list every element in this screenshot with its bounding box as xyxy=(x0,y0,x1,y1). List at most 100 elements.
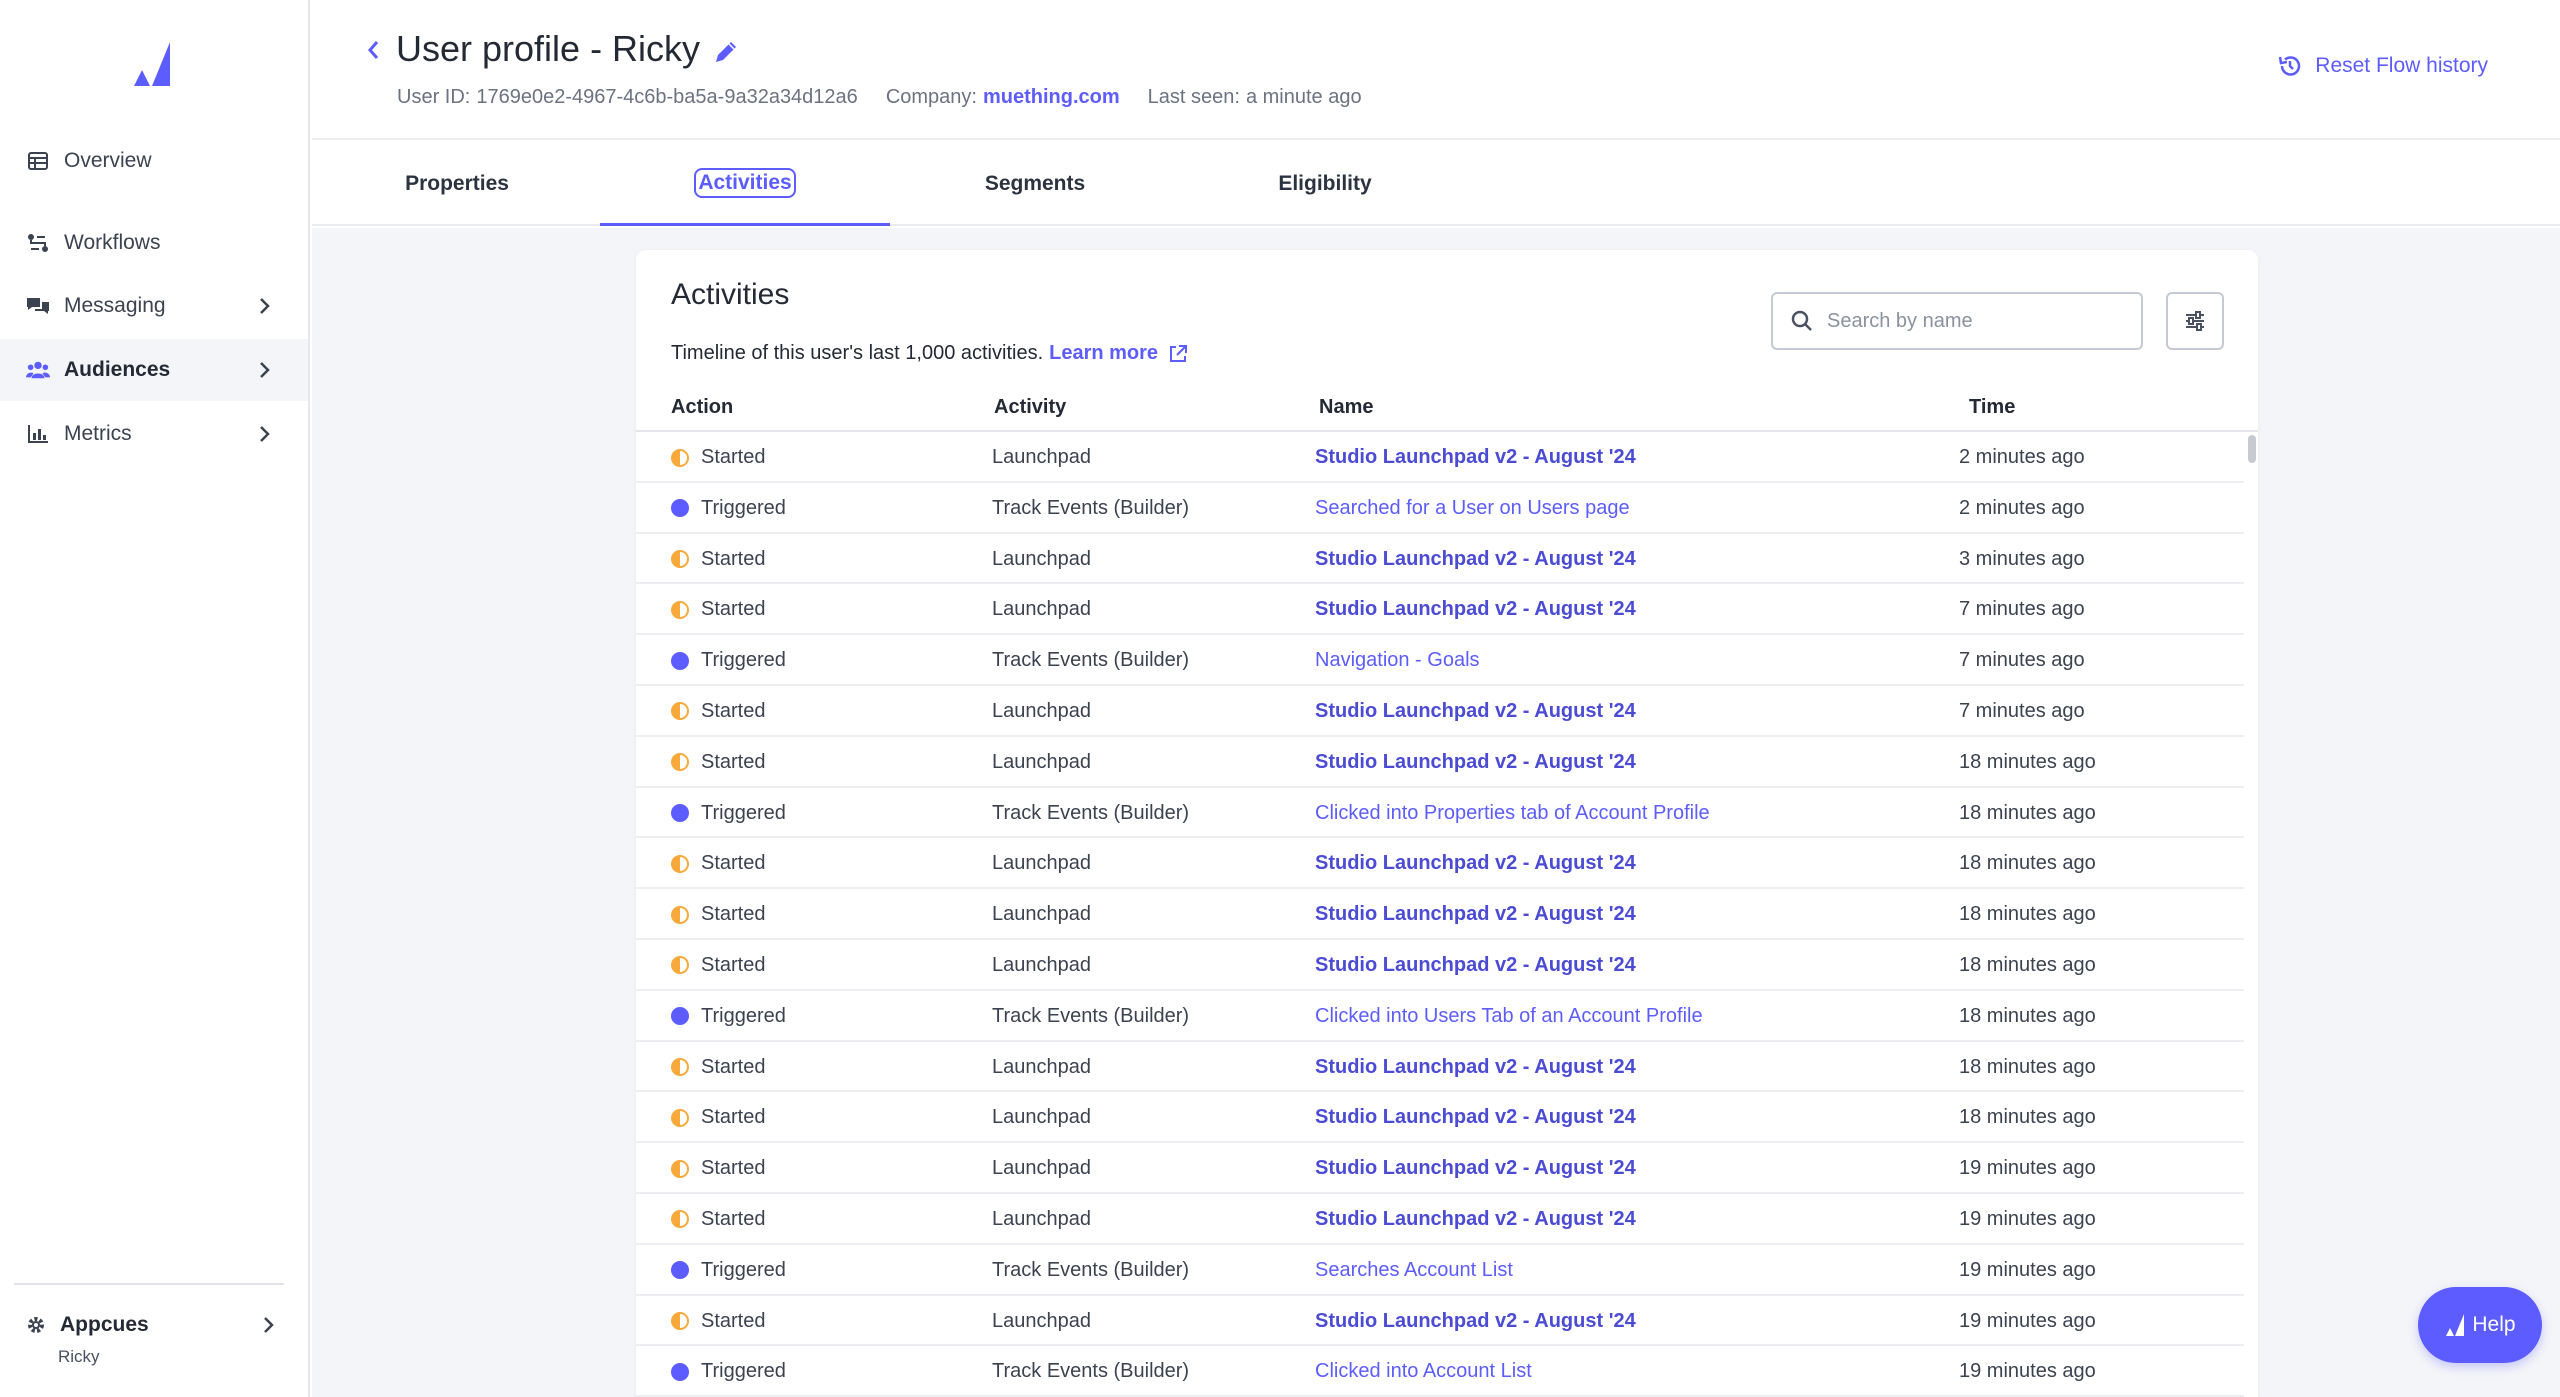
activities-card: Activities Timeline of this user's last … xyxy=(636,250,2258,1397)
table-row[interactable]: Triggered Track Events (Builder) Clicked i… xyxy=(636,788,2244,839)
table-row[interactable]: Triggered Track Events (Builder) Searched … xyxy=(636,483,2244,534)
activity-name-link[interactable]: Studio Launchpad v2 - August '24 xyxy=(1315,852,1636,874)
activity-name-link[interactable]: Studio Launchpad v2 - August '24 xyxy=(1315,1157,1636,1179)
activity-name-link[interactable]: Clicked into Users Tab of an Account Pro… xyxy=(1315,1005,1703,1027)
tab-eligibility[interactable]: Eligibility xyxy=(1180,142,1470,226)
tab-activities[interactable]: Activities xyxy=(600,142,890,226)
activity-name-link[interactable]: Studio Launchpad v2 - August '24 xyxy=(1315,1208,1636,1230)
action-label: Started xyxy=(701,1157,766,1180)
sidebar-item-metrics[interactable]: Metrics xyxy=(0,403,308,465)
chat-icon xyxy=(26,294,50,318)
user-id-value: 1769e0e2-4967-4c6b-ba5a-9a32a34d12a6 xyxy=(476,86,858,108)
table-row[interactable]: Started Launchpad Studio Launchpad v2 - Au… xyxy=(636,686,2244,737)
table-row[interactable]: Triggered Track Events (Builder) Clicked i… xyxy=(636,1346,2244,1397)
back-icon[interactable] xyxy=(362,38,386,62)
table-row[interactable]: Started Launchpad Studio Launchpad v2 - Au… xyxy=(636,534,2244,585)
tab-label: Activities xyxy=(694,167,796,198)
table-row[interactable]: Started Launchpad Studio Launchpad v2 - Au… xyxy=(636,838,2244,890)
started-status-dot-icon xyxy=(671,956,689,975)
activity-name-link[interactable]: Navigation - Goals xyxy=(1315,649,1480,671)
appcues-logo-icon[interactable] xyxy=(130,42,170,86)
activity-name-link[interactable]: Searches Account List xyxy=(1315,1259,1513,1281)
scrollbar-thumb[interactable] xyxy=(2248,435,2256,463)
name-cell: Navigation - Goals xyxy=(1315,649,1480,672)
table-row[interactable]: Started Launchpad Studio Launchpad v2 - Au… xyxy=(636,737,2244,788)
sidebar-item-workflows[interactable]: Workflows xyxy=(0,212,308,274)
action-label: Started xyxy=(701,598,766,621)
filter-button[interactable] xyxy=(2166,292,2224,350)
tab-segments[interactable]: Segments xyxy=(890,142,1180,226)
action-label: Started xyxy=(701,446,766,468)
activity-name-link[interactable]: Studio Launchpad v2 - August '24 xyxy=(1315,954,1636,976)
activity-name-link[interactable]: Searched for a User on Users page xyxy=(1315,497,1630,519)
sidebar-item-label: Metrics xyxy=(64,422,132,445)
activity-name-link[interactable]: Studio Launchpad v2 - August '24 xyxy=(1315,700,1636,722)
table-row[interactable]: Started Launchpad Studio Launchpad v2 - Au… xyxy=(636,1143,2244,1194)
table-row[interactable]: Started Launchpad Studio Launchpad v2 - Au… xyxy=(636,889,2244,940)
started-status-dot-icon xyxy=(671,905,689,924)
action-label: Triggered xyxy=(701,1258,786,1281)
table-row[interactable]: Started Launchpad Studio Launchpad v2 - Au… xyxy=(636,1194,2244,1245)
activities-table-body: Started Launchpad Studio Launchpad v2 - Au… xyxy=(636,432,2244,1397)
account-user: Ricky xyxy=(58,1347,100,1366)
action-cell: Triggered xyxy=(671,802,786,825)
time-cell: 19 minutes ago xyxy=(1959,1207,2096,1230)
search-field[interactable] xyxy=(1771,292,2143,350)
action-cell: Started xyxy=(671,1106,765,1129)
learn-more-link[interactable]: Learn more xyxy=(1049,342,1188,365)
reset-flow-history-button[interactable]: Reset Flow history xyxy=(2277,53,2488,79)
activity-name-link[interactable]: Studio Launchpad v2 - August '24 xyxy=(1315,1310,1636,1332)
table-row[interactable]: Started Launchpad Studio Launchpad v2 - Au… xyxy=(636,1042,2244,1093)
activity-name-link[interactable]: Studio Launchpad v2 - August '24 xyxy=(1315,903,1636,925)
tab-properties[interactable]: Properties xyxy=(312,142,602,226)
column-header-time[interactable]: Time xyxy=(1969,396,2015,419)
pencil-icon[interactable] xyxy=(712,38,740,66)
triggered-status-dot-icon xyxy=(671,1261,689,1280)
column-header-activity[interactable]: Activity xyxy=(994,396,1066,419)
help-button[interactable]: Help xyxy=(2418,1287,2542,1363)
table-row[interactable]: Started Launchpad Studio Launchpad v2 - Au… xyxy=(636,1296,2244,1347)
sidebar-item-overview[interactable]: Overview xyxy=(0,130,308,192)
started-status-dot-icon xyxy=(671,1159,689,1178)
activity-name-link[interactable]: Clicked into Properties tab of Account P… xyxy=(1315,802,1710,824)
action-cell: Started xyxy=(671,852,765,875)
activity-name-link[interactable]: Studio Launchpad v2 - August '24 xyxy=(1315,548,1636,570)
sidebar-item-label: Messaging xyxy=(64,294,166,317)
sidebar-item-audiences[interactable]: Audiences xyxy=(0,339,308,401)
action-label: Started xyxy=(701,547,766,570)
started-status-dot-icon xyxy=(671,854,689,873)
table-row[interactable]: Started Launchpad Studio Launchpad v2 - Au… xyxy=(636,1092,2244,1144)
activity-name-link[interactable]: Studio Launchpad v2 - August '24 xyxy=(1315,598,1636,620)
action-label: Started xyxy=(701,953,766,976)
action-label: Triggered xyxy=(701,649,786,672)
action-label: Started xyxy=(701,1207,766,1230)
activity-name-link[interactable]: Studio Launchpad v2 - August '24 xyxy=(1315,751,1636,773)
search-icon xyxy=(1791,310,1812,331)
name-cell: Studio Launchpad v2 - August '24 xyxy=(1315,1310,1636,1333)
name-cell: Studio Launchpad v2 - August '24 xyxy=(1315,954,1636,977)
table-row[interactable]: Started Launchpad Studio Launchpad v2 - Au… xyxy=(636,432,2244,483)
table-header: Action Activity Name Time xyxy=(636,386,2258,432)
name-cell: Studio Launchpad v2 - August '24 xyxy=(1315,1208,1636,1231)
account-switcher[interactable]: Appcues Ricky xyxy=(26,1305,296,1367)
last-seen-value: a minute ago xyxy=(1245,86,1362,108)
table-row[interactable]: Triggered Track Events (Builder) Clicked i… xyxy=(636,991,2244,1042)
activity-name-link[interactable]: Clicked into Account List xyxy=(1315,1360,1532,1382)
name-cell: Clicked into Users Tab of an Account Pro… xyxy=(1315,1005,1703,1028)
column-header-name[interactable]: Name xyxy=(1319,396,1373,419)
company-link[interactable]: muething.com xyxy=(983,86,1120,109)
table-row[interactable]: Triggered Track Events (Builder) Navigatio… xyxy=(636,635,2244,686)
table-row[interactable]: Started Launchpad Studio Launchpad v2 - Au… xyxy=(636,940,2244,991)
triggered-status-dot-icon xyxy=(671,804,689,823)
search-input[interactable] xyxy=(1827,309,2127,333)
sidebar-item-messaging[interactable]: Messaging xyxy=(0,275,308,337)
table-row[interactable]: Started Launchpad Studio Launchpad v2 - Au… xyxy=(636,584,2244,636)
column-header-action[interactable]: Action xyxy=(671,396,733,419)
activity-name-link[interactable]: Studio Launchpad v2 - August '24 xyxy=(1315,446,1636,468)
table-row[interactable]: Triggered Track Events (Builder) Searches … xyxy=(636,1245,2244,1296)
chevron-right-icon xyxy=(260,362,270,378)
activity-name-link[interactable]: Studio Launchpad v2 - August '24 xyxy=(1315,1106,1636,1128)
appcues-logo-icon xyxy=(2446,1314,2465,1336)
action-cell: Started xyxy=(671,700,765,723)
activity-name-link[interactable]: Studio Launchpad v2 - August '24 xyxy=(1315,1056,1636,1078)
